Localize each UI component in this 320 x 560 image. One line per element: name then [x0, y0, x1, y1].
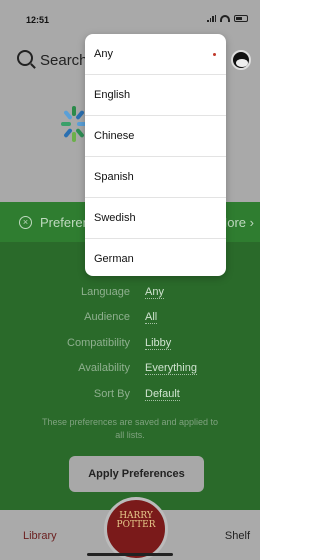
preference-value[interactable]: Everything [145, 362, 197, 375]
book-cover-title: HARRY POTTER [107, 512, 165, 530]
preference-row-language[interactable]: Language Any [0, 286, 260, 306]
current-book-cover[interactable]: HARRY POTTER [104, 497, 168, 560]
menu-item-label: German [94, 253, 134, 265]
library-logo-icon [60, 106, 88, 146]
preference-value[interactable]: All [145, 311, 158, 324]
preference-row-sort-by[interactable]: Sort By Default [0, 388, 260, 408]
preferences-note: These preferences are saved and applied … [41, 417, 219, 440]
menu-item-label: English [94, 89, 131, 101]
preference-label: Sort By [93, 388, 130, 400]
wifi-icon [220, 15, 230, 22]
preference-value[interactable]: Default [145, 388, 180, 401]
menu-item-label: Chinese [94, 130, 135, 142]
book-title-line: POTTER [116, 520, 156, 530]
preference-row-availability[interactable]: Availability Everything [0, 362, 260, 382]
menu-item-english[interactable]: English [85, 75, 226, 116]
close-icon[interactable]: × [19, 216, 32, 229]
home-indicator [87, 553, 173, 556]
preference-value[interactable]: Libby [145, 337, 172, 350]
signal-icon [207, 15, 216, 22]
search-icon[interactable] [17, 50, 33, 66]
preference-row-audience[interactable]: Audience All [0, 311, 260, 331]
preference-label: Availability [78, 362, 130, 374]
preference-value[interactable]: Any [145, 286, 164, 299]
menu-item-spanish[interactable]: Spanish [85, 157, 226, 198]
menu-item-chinese[interactable]: Chinese [85, 116, 226, 157]
apply-preferences-button[interactable]: Apply Preferences [69, 456, 204, 492]
battery-icon [234, 15, 248, 22]
preference-label: Compatibility [67, 337, 130, 349]
preference-label: Language [81, 286, 130, 298]
menu-item-label: Spanish [94, 171, 134, 183]
menu-item-swedish[interactable]: Swedish [85, 198, 226, 239]
menu-item-label: Any [94, 48, 113, 60]
preference-row-compatibility[interactable]: Compatibility Libby [0, 337, 260, 357]
tab-library[interactable]: Library [23, 530, 57, 542]
tab-shelf[interactable]: Shelf [225, 530, 250, 542]
language-menu: Any English Chinese Spanish Swedish Germ… [85, 34, 226, 276]
menu-item-german[interactable]: German [85, 239, 226, 276]
menu-item-label: Swedish [94, 212, 136, 224]
status-icons [207, 15, 248, 22]
preference-label: Audience [84, 311, 130, 323]
search-label[interactable]: Search [40, 52, 88, 69]
selected-indicator-icon [213, 53, 216, 56]
profile-icon[interactable] [231, 50, 251, 70]
menu-item-any[interactable]: Any [85, 34, 226, 75]
status-time: 12:51 [26, 15, 50, 25]
